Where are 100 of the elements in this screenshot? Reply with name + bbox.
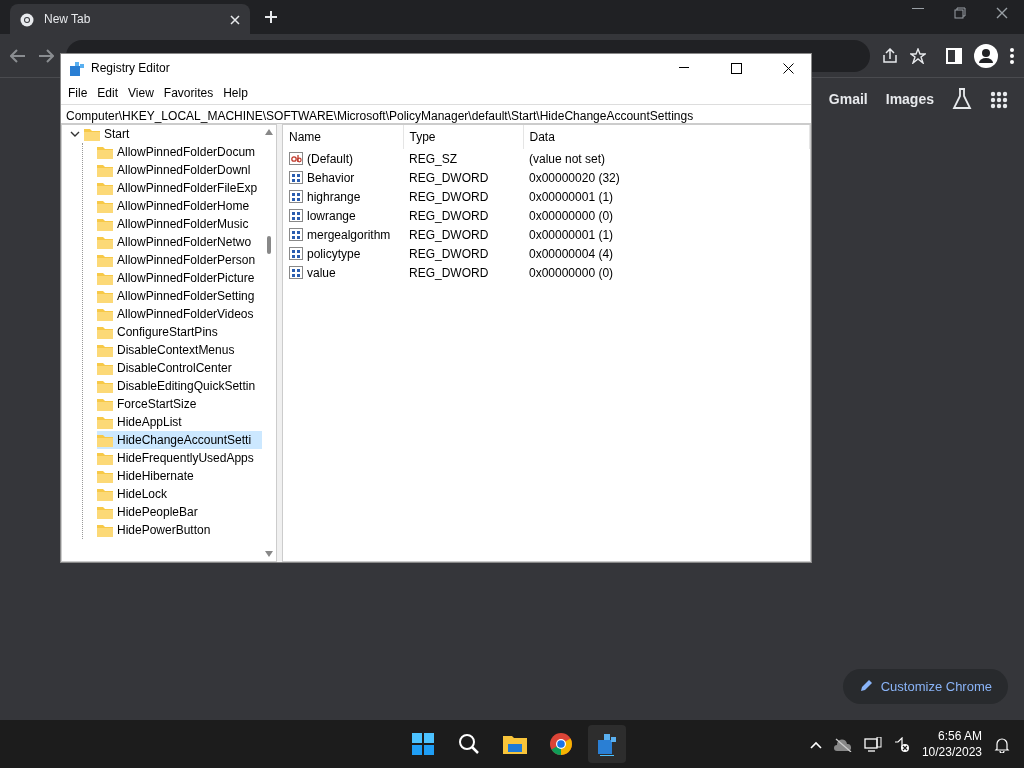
tab-title: New Tab [44, 11, 92, 28]
tree-item[interactable]: AllowPinnedFolderPicture [97, 269, 262, 287]
tree-item[interactable]: AllowPinnedFolderNetwo [97, 233, 262, 251]
folder-icon [97, 181, 113, 195]
value-data: 0x00000001 (1) [528, 226, 615, 244]
folder-icon [97, 199, 113, 213]
value-type: REG_DWORD [408, 226, 490, 244]
menu-item[interactable]: File [63, 84, 93, 102]
folder-icon [97, 289, 113, 303]
folder-icon [97, 343, 113, 357]
tree-item[interactable]: HidePowerButton [97, 521, 262, 539]
registry-editor-icon [69, 59, 85, 77]
folder-icon [97, 271, 113, 285]
customize-chrome-button[interactable]: Customize Chrome [842, 668, 1008, 704]
minimize-icon [679, 67, 689, 69]
folder-icon [97, 253, 113, 267]
tree-item[interactable]: HidePeopleBar [97, 503, 262, 521]
value-data: 0x00000000 (0) [528, 264, 615, 282]
menu-item[interactable]: Favorites [158, 84, 219, 102]
value-data: 0x00000020 (32) [528, 169, 621, 187]
value-type: REG_DWORD [408, 245, 490, 263]
value-data: 0x00000004 (4) [528, 245, 615, 263]
folder-icon [97, 235, 113, 249]
tree-item[interactable]: ConfigureStartPins [97, 323, 262, 341]
tree-item[interactable]: DisableContextMenus [97, 341, 262, 359]
tree-item[interactable]: DisableControlCenter [97, 359, 262, 377]
value-type: REG_DWORD [408, 264, 490, 282]
tree-item[interactable]: HideHibernate [97, 467, 262, 485]
folder-icon [97, 307, 113, 321]
window-title: Registry Editor [91, 60, 170, 77]
value-data: 0x00000001 (1) [528, 188, 615, 206]
scroll-up-icon[interactable] [264, 128, 274, 136]
browser-tab[interactable]: New Tab [10, 4, 250, 34]
column-header[interactable]: Data [523, 125, 810, 149]
registry-editor-icon[interactable] [588, 725, 626, 763]
tree-item[interactable]: HideChangeAccountSetti [97, 431, 262, 449]
folder-icon [97, 325, 113, 339]
scroll-down-icon[interactable] [264, 550, 274, 558]
folder-icon [97, 523, 113, 537]
value-name[interactable]: highrange [307, 187, 361, 206]
tree-item[interactable]: AllowPinnedFolderDownl [97, 161, 262, 179]
value-name[interactable]: lowrange [307, 206, 356, 225]
tree-item[interactable]: HideFrequentlyUsedApps [97, 449, 262, 467]
menu-item[interactable]: Edit [92, 84, 124, 102]
folder-icon [97, 163, 113, 177]
tree-item[interactable]: AllowPinnedFolderVideos [97, 305, 262, 323]
binary-value-icon [289, 266, 303, 279]
tree-item[interactable]: ForceStartSize [97, 395, 262, 413]
tree-item[interactable]: AllowPinnedFolderDocum [97, 143, 262, 161]
column-header[interactable]: Name [283, 125, 403, 149]
value-data: (value not set) [523, 149, 810, 168]
notification-bell-icon[interactable] [994, 735, 1010, 753]
tree-item[interactable]: AllowPinnedFolderHome [97, 197, 262, 215]
tree-item[interactable]: HideLock [97, 485, 262, 503]
binary-value-icon [289, 190, 303, 203]
menu-item[interactable]: Help [218, 84, 253, 102]
folder-icon [97, 487, 113, 501]
profile-icon[interactable] [974, 43, 998, 68]
value-name[interactable]: policytype [307, 244, 361, 263]
binary-value-icon [289, 228, 303, 241]
column-header[interactable]: Type [403, 125, 523, 149]
tree-item[interactable]: AllowPinnedFolderPerson [97, 251, 262, 269]
folder-icon [97, 433, 113, 447]
menu-item[interactable]: View [123, 84, 159, 102]
folder-icon [97, 361, 113, 375]
folder-icon [97, 451, 113, 465]
tree-item[interactable]: AllowPinnedFolderMusic [97, 215, 262, 233]
tree-item[interactable]: AllowPinnedFolderSetting [97, 287, 262, 305]
clock-date[interactable]: 10/23/2023 [921, 744, 982, 761]
value-name[interactable]: Behavior [307, 168, 355, 187]
binary-value-icon [289, 171, 303, 184]
binary-value-icon [289, 247, 303, 260]
folder-icon [97, 505, 113, 519]
header-link[interactable]: Gmail [828, 88, 868, 110]
folder-icon [97, 469, 113, 483]
tree-item[interactable]: AllowPinnedFolderFileExp [97, 179, 262, 197]
value-name[interactable]: value [307, 263, 336, 282]
value-name[interactable]: mergealgorithm [307, 225, 391, 244]
value-name[interactable]: (Default) [307, 149, 353, 168]
pencil-icon [858, 679, 873, 694]
folder-icon [97, 379, 113, 393]
folder-icon [97, 217, 113, 231]
folder-icon [97, 145, 113, 159]
address-field[interactable]: Computer\HKEY_LOCAL_MACHINE\SOFTWARE\Microsoft\PolicyManager\default\Start\HideChangeAccountSettings [61, 104, 811, 124]
folder-icon [84, 127, 100, 141]
folder-icon [97, 397, 113, 411]
clock-time[interactable]: 6:56 AM [921, 727, 982, 744]
value-data: 0x00000000 (0) [528, 207, 615, 225]
value-type: REG_DWORD [408, 169, 490, 187]
binary-value-icon [289, 209, 303, 222]
folder-icon [97, 415, 113, 429]
volume-muted-icon[interactable] [893, 735, 910, 753]
network-icon[interactable] [863, 735, 882, 753]
string-value-icon [289, 152, 303, 165]
tree-item[interactable]: HideAppList [97, 413, 262, 431]
tree-item[interactable]: Start [62, 125, 262, 143]
tree-item[interactable]: DisableEditingQuickSettin [97, 377, 262, 395]
header-link[interactable]: Images [885, 88, 934, 110]
labs-icon[interactable] [952, 88, 972, 111]
maximize-icon [730, 62, 742, 74]
